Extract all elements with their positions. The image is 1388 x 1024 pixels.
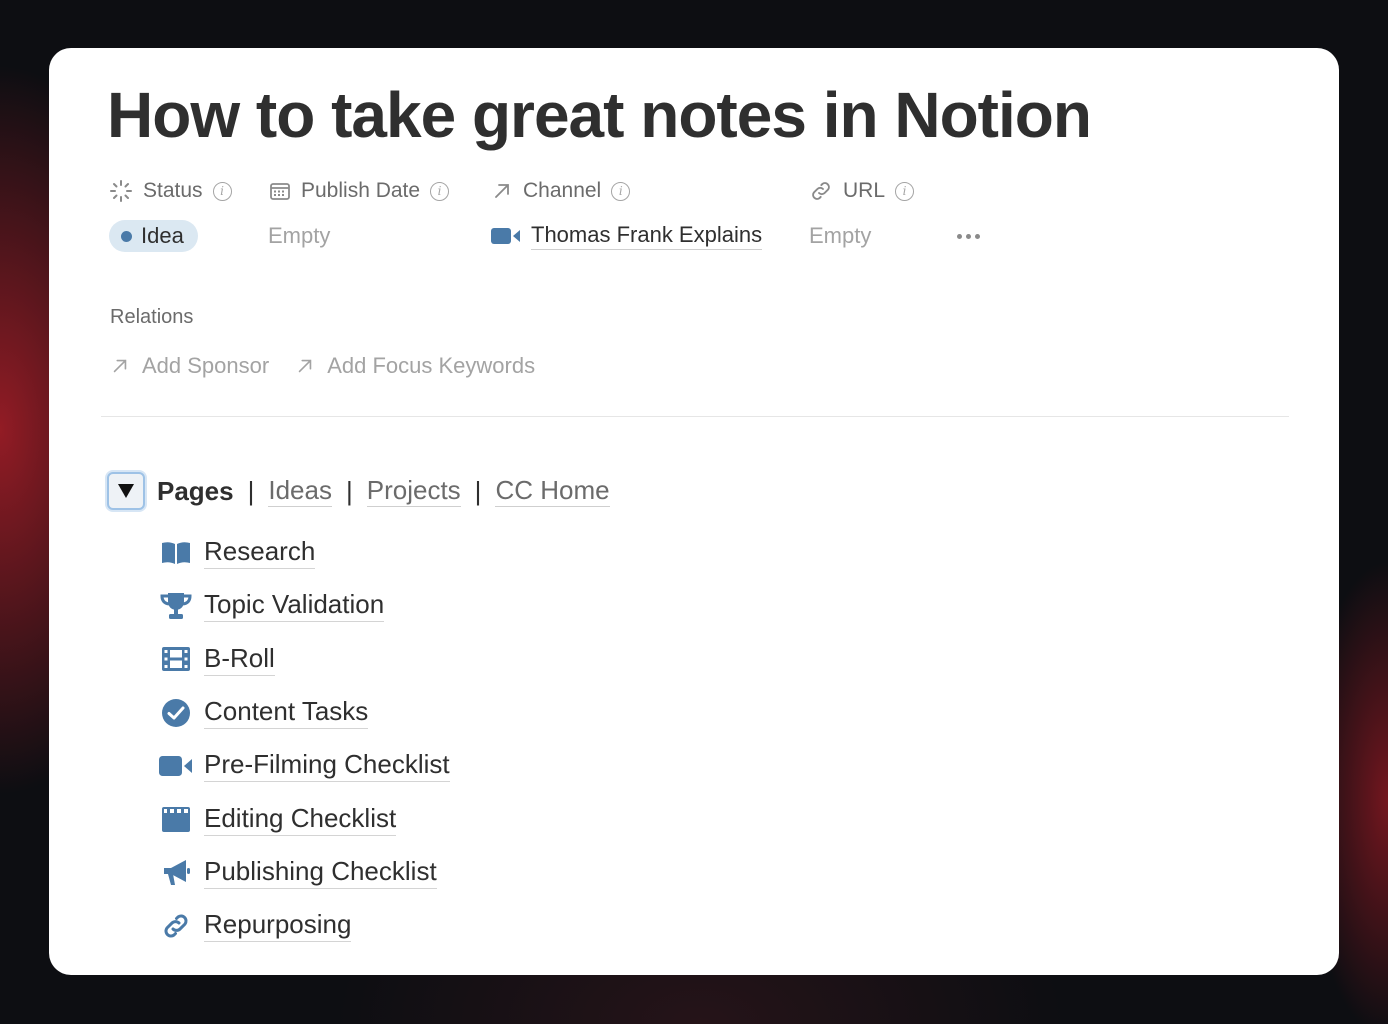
- status-property-header[interactable]: Status i: [109, 176, 232, 206]
- page-card: How to take great notes in Notion Status…: [49, 48, 1339, 975]
- separator: |: [247, 475, 255, 506]
- projects-link[interactable]: Projects: [366, 475, 461, 507]
- pages-toggle-title: Pages: [157, 475, 234, 506]
- status-badge[interactable]: Idea: [109, 220, 198, 252]
- url-property-header[interactable]: URL i: [809, 176, 915, 206]
- page-link-b-roll[interactable]: B-Roll: [159, 633, 450, 686]
- add-focus-keywords-label: Add Focus Keywords: [327, 353, 536, 378]
- add-sponsor-label: Add Sponsor: [142, 353, 270, 378]
- check-circle-icon: [159, 696, 193, 730]
- video-camera-icon: [159, 749, 193, 783]
- triangle-down-icon: [118, 484, 134, 498]
- page-link-label: Repurposing: [204, 909, 352, 943]
- pages-toggle: Pages | Ideas | Projects | CC Home: [107, 472, 610, 510]
- ideas-link[interactable]: Ideas: [268, 475, 332, 507]
- page-link-content-tasks[interactable]: Content Tasks: [159, 686, 450, 739]
- info-icon[interactable]: i: [212, 181, 232, 201]
- add-focus-keywords-button[interactable]: Add Focus Keywords: [295, 353, 535, 379]
- page-link-research[interactable]: Research: [159, 526, 450, 579]
- page-link-label: Editing Checklist: [204, 803, 397, 836]
- publish-date-property-header[interactable]: Publish Date i: [269, 176, 450, 206]
- channel-link[interactable]: Thomas Frank Explains: [531, 222, 763, 250]
- separator: |: [474, 475, 482, 506]
- clapperboard-icon: [159, 802, 193, 836]
- channel-label: Channel: [523, 179, 602, 202]
- megaphone-icon: [159, 855, 193, 889]
- page-link-label: Content Tasks: [204, 696, 369, 730]
- page-link-label: Research: [204, 536, 316, 570]
- publish-date-value[interactable]: Empty: [268, 220, 330, 252]
- add-sponsor-button[interactable]: Add Sponsor: [110, 353, 269, 379]
- info-icon[interactable]: i: [895, 181, 915, 201]
- more-properties-icon[interactable]: [957, 220, 980, 252]
- page-title[interactable]: How to take great notes in Notion: [107, 78, 1092, 152]
- status-badge-label: Idea: [141, 223, 184, 248]
- page-link-label: Pre-Filming Checklist: [204, 749, 450, 783]
- channel-value[interactable]: Thomas Frank Explains: [491, 220, 763, 252]
- relation-arrow-icon: [298, 359, 312, 373]
- calendar-icon: [270, 183, 290, 200]
- link-icon: [812, 182, 830, 200]
- separator: |: [345, 475, 353, 506]
- link-icon: [159, 909, 193, 943]
- page-link-topic-validation[interactable]: Topic Validation: [159, 579, 450, 632]
- status-label: Status: [143, 179, 203, 202]
- film-icon: [159, 642, 193, 676]
- relations-heading: Relations: [110, 306, 194, 328]
- book-icon: [159, 536, 193, 570]
- relations-list: Add Sponsor Add Focus Keywords: [110, 353, 535, 379]
- status-icon: [110, 180, 132, 202]
- url-label: URL: [843, 179, 886, 202]
- page-link-repurposing[interactable]: Repurposing: [159, 899, 450, 952]
- video-camera-icon: [491, 228, 520, 244]
- status-value[interactable]: Idea: [109, 220, 198, 252]
- page-link-label: Topic Validation: [204, 589, 385, 623]
- divider: [101, 416, 1289, 417]
- info-icon[interactable]: i: [611, 181, 631, 201]
- page-link-publishing-checklist[interactable]: Publishing Checklist: [159, 846, 450, 899]
- relation-arrow-icon: [113, 359, 127, 373]
- relation-arrow-icon: [495, 184, 509, 198]
- page-link-pre-filming-checklist[interactable]: Pre-Filming Checklist: [159, 739, 450, 792]
- page-link-label: B-Roll: [204, 643, 275, 676]
- trophy-icon: [159, 589, 193, 623]
- toggle-button[interactable]: [107, 472, 145, 510]
- status-dot-icon: [121, 230, 132, 242]
- channel-property-header[interactable]: Channel i: [491, 176, 631, 206]
- info-icon[interactable]: i: [430, 181, 450, 201]
- page-link-label: Publishing Checklist: [204, 856, 437, 889]
- cc-home-link[interactable]: CC Home: [495, 475, 610, 507]
- pages-list: Research Topic Validation B-Roll Content…: [159, 526, 450, 952]
- page-link-editing-checklist[interactable]: Editing Checklist: [159, 792, 450, 845]
- url-value[interactable]: Empty: [809, 220, 871, 252]
- publish-date-label: Publish Date: [301, 179, 421, 202]
